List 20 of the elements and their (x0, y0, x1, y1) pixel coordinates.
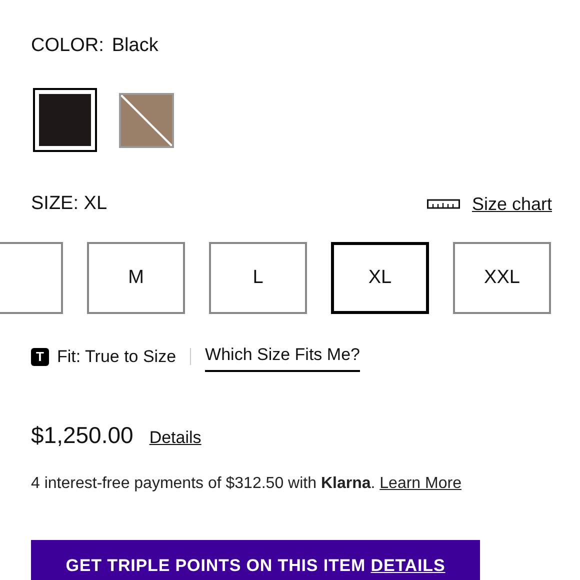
color-label: COLOR: (31, 34, 104, 58)
size-option[interactable]: M (87, 242, 185, 314)
size-option[interactable]: XXL (453, 242, 551, 314)
color-swatch[interactable] (119, 92, 174, 148)
learn-more-link[interactable]: Learn More (380, 475, 462, 492)
promo-text: GET TRIPLE POINTS ON THIS ITEM (66, 556, 366, 575)
color-swatch[interactable] (33, 88, 97, 152)
color-value: Black (112, 34, 158, 58)
fit-guide-link[interactable]: Which Size Fits Me? (205, 342, 360, 372)
size-option[interactable]: L (209, 242, 307, 314)
price-details-link[interactable]: Details (149, 424, 202, 450)
fit-text: Fit: True to Size (57, 346, 176, 368)
ruler-icon (426, 199, 460, 209)
size-option[interactable]: XL (331, 242, 429, 314)
fit-badge: T (31, 348, 49, 366)
price: $1,250.00 (31, 420, 134, 450)
promo-details-link[interactable]: DETAILS (370, 556, 446, 575)
installment-text: 4 interest-free payments of $312.50 with Klarna. Learn More (31, 474, 462, 494)
size-chart-link[interactable]: Size chart (472, 192, 552, 216)
size-label: SIZE: XL (31, 192, 108, 216)
